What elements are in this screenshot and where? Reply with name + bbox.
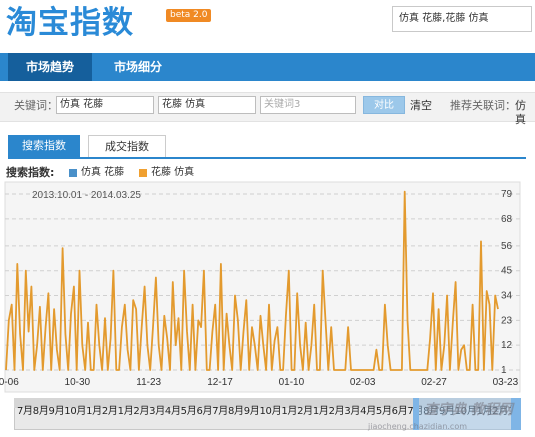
x-tick-label: 10-06 (0, 377, 19, 388)
watermark-sub: jiaocheng.chazidian.com (368, 422, 468, 431)
legend-swatch-series-2[interactable] (139, 169, 147, 177)
tab-search-index[interactable]: 搜索指数 (8, 135, 80, 157)
recommend-label: 推荐关联词： (450, 99, 516, 112)
y-tick-label: 68 (501, 214, 513, 225)
x-tick-label: 12-17 (207, 377, 233, 388)
recommend-keyword-link[interactable]: 仿真 (515, 99, 535, 127)
tab-deal-index[interactable]: 成交指数 (88, 135, 166, 157)
nav-tab-market-segment[interactable]: 市场细分 (98, 53, 178, 81)
keyword-input-1[interactable]: 仿真 花藤 (56, 96, 154, 114)
watermark-main: 查字典 教程网 (424, 402, 513, 418)
y-tick-label: 45 (501, 266, 513, 277)
header-search-input[interactable]: 仿真 花藤,花藤 仿真 (392, 6, 532, 32)
y-tick-label: 56 (501, 241, 513, 252)
beta-badge: beta 2.0 (166, 9, 212, 22)
nav-tab-market-trend[interactable]: 市场趋势 (8, 53, 92, 81)
chart-date-range: 2013.10.01 - 2014.03.25 (32, 190, 141, 201)
legend-swatch-series-1[interactable] (69, 169, 77, 177)
legend-label-series-2[interactable]: 花藤 仿真 (151, 166, 194, 180)
keyword-label: 关键词： (14, 99, 58, 112)
clear-link[interactable]: 清空 (410, 99, 432, 113)
x-tick-label: 11-23 (136, 377, 161, 388)
x-tick-label: 02-03 (350, 377, 376, 388)
compare-button[interactable]: 对比 (363, 96, 405, 114)
y-tick-label: 79 (501, 189, 513, 200)
keyword-input-3[interactable]: 关键词3 (260, 96, 356, 114)
x-tick-label: 03-23 (493, 377, 519, 388)
logo[interactable]: 淘宝指数 (6, 3, 134, 43)
y-tick-label: 34 (501, 291, 513, 302)
tab-underline (8, 157, 526, 159)
y-tick-label: 12 (501, 340, 513, 351)
y-tick-label: 1 (501, 365, 507, 376)
y-tick-label: 23 (501, 315, 513, 326)
x-tick-label: 02-27 (421, 377, 447, 388)
keyword-input-2[interactable]: 花藤 仿真 (158, 96, 256, 114)
legend-title: 搜索指数: (6, 166, 55, 179)
x-tick-label: 10-30 (65, 377, 91, 388)
x-tick-label: 01-10 (279, 377, 305, 388)
legend-label-series-1[interactable]: 仿真 花藤 (81, 166, 124, 180)
search-index-chart[interactable]: 1 12 23 34 45 56 68 79 10-06 10-30 11-23 12-17 01-1… (0, 180, 535, 396)
